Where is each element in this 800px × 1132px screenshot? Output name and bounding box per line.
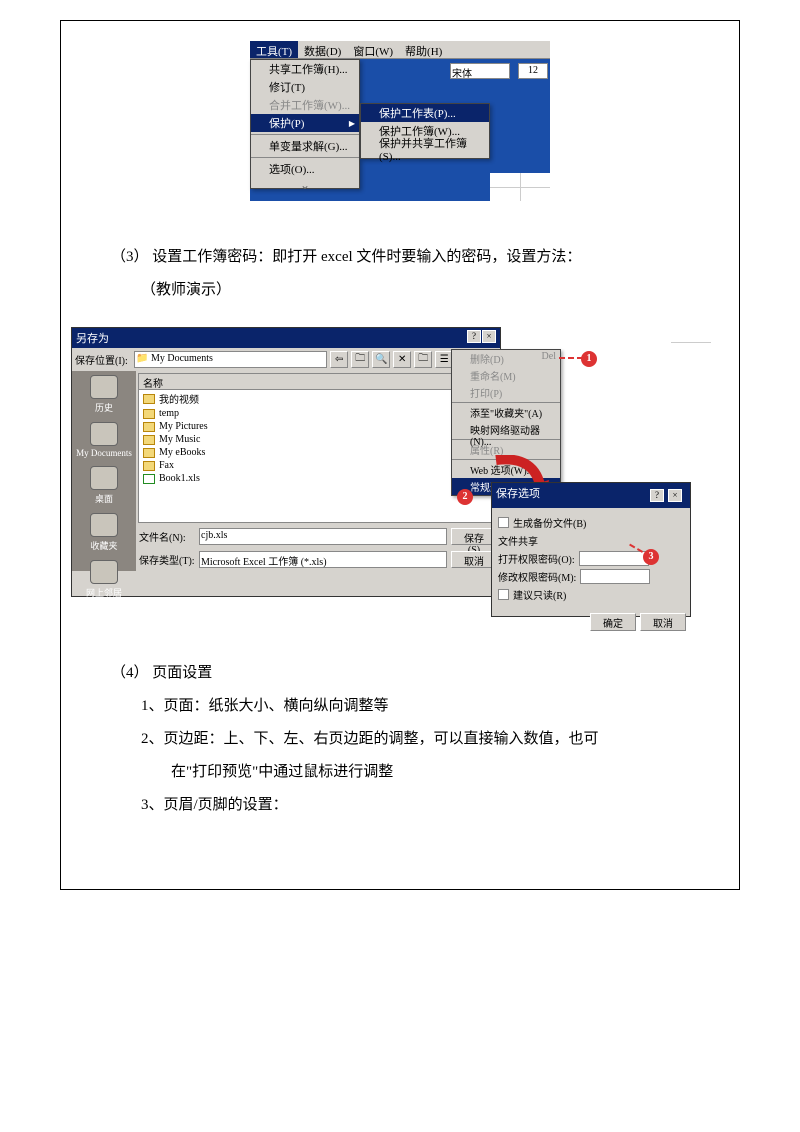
delete-icon[interactable]: ✕ xyxy=(393,351,411,368)
paragraph-3: （3） 设置工作簿密码：即打开 excel 文件时要输入的密码，设置方法： （教… xyxy=(81,241,719,307)
back-icon[interactable]: ⇦ xyxy=(330,351,348,368)
spreadsheet-grid xyxy=(490,173,550,201)
backup-checkbox[interactable] xyxy=(498,517,509,528)
options-item[interactable]: 选项(O)... xyxy=(251,160,359,178)
up-icon[interactable]: 🗀 xyxy=(351,351,369,368)
ctx-rename: 重命名(M) xyxy=(452,367,560,384)
font-combo[interactable]: 宋体 xyxy=(450,63,510,79)
location-combo[interactable]: 📁 My Documents xyxy=(134,351,327,368)
filename-label: 文件名(N): xyxy=(139,529,195,544)
list-item[interactable]: My Pictures xyxy=(139,420,497,433)
folder-icon xyxy=(143,409,155,419)
folder-icon xyxy=(143,448,155,458)
share-workbook-item[interactable]: 共享工作簿(H)... xyxy=(251,60,359,78)
saveas-password-screenshot: 另存为 ? × 保存位置(I): 📁 My Documents ⇦ 🗀 🔍 ✕ … xyxy=(71,327,691,627)
places-desktop[interactable]: 桌面 xyxy=(72,462,136,509)
merge-workbook-item: 合并工作簿(W)... xyxy=(251,96,359,114)
text-3-line1: （3） 设置工作簿密码：即打开 excel 文件时要输入的密码，设置方法： xyxy=(81,241,719,274)
text-4-item2b: 在"打印预览"中通过鼠标进行调整 xyxy=(81,756,719,789)
callout-badge-3: 3 xyxy=(643,549,659,565)
tools-dropdown: 共享工作簿(H)... 修订(T) 合并工作簿(W)... 保护(P) 单变量求… xyxy=(250,59,360,189)
paragraph-4: （4） 页面设置 1、页面：纸张大小、横向纵向调整等 2、页边距：上、下、左、右… xyxy=(81,657,719,822)
save-as-dialog: 另存为 ? × 保存位置(I): 📁 My Documents ⇦ 🗀 🔍 ✕ … xyxy=(71,327,501,597)
folder-icon xyxy=(90,422,118,446)
file-list[interactable]: 名称大小 我的视频 temp My Pictures My Music My e… xyxy=(138,373,498,523)
callout-badge-1: 1 xyxy=(581,351,597,367)
network-icon xyxy=(90,560,118,584)
menu-bar: 工具(T) 数据(D) 窗口(W) 帮助(H) xyxy=(250,41,550,59)
folder-icon xyxy=(143,435,155,445)
callout-badge-2: 2 xyxy=(457,489,473,505)
location-label: 保存位置(I): xyxy=(75,352,131,367)
text-4-item3: 3、页眉/页脚的设置： xyxy=(81,789,719,822)
filename-input[interactable]: cjb.xls xyxy=(199,528,447,545)
list-item[interactable]: 我的视频 xyxy=(139,390,497,407)
favorites-icon xyxy=(90,513,118,537)
spreadsheet-grid-bg xyxy=(671,327,711,357)
newfolder-icon[interactable]: 🗀 xyxy=(414,351,432,368)
location-row: 保存位置(I): 📁 My Documents ⇦ 🗀 🔍 ✕ 🗀 ☰ 工具(L… xyxy=(72,348,500,371)
folder-icon xyxy=(143,394,155,404)
close-button[interactable]: × xyxy=(482,330,496,343)
filetype-combo[interactable]: Microsoft Excel 工作簿 (*.xls) xyxy=(199,551,447,568)
places-history[interactable]: 历史 xyxy=(72,371,136,418)
col-name[interactable]: 名称 xyxy=(139,374,461,389)
protect-share-item[interactable]: 保护并共享工作簿(S)... xyxy=(361,140,489,158)
save-options-dialog: 保存选项 ? × 生成备份文件(B) 文件共享 打开权限密码(O): 修改权限密码… xyxy=(491,482,691,617)
folder-icon xyxy=(143,422,155,432)
readonly-checkbox[interactable] xyxy=(498,589,509,600)
text-4-item2: 2、页边距：上、下、左、右页边距的调整，可以直接输入数值，也可 xyxy=(81,723,719,756)
places-mydocuments[interactable]: My Documents xyxy=(72,418,136,462)
opt-title: 保存选项 xyxy=(496,485,540,506)
desktop-icon xyxy=(90,466,118,490)
protect-sheet-item[interactable]: 保护工作表(P)... xyxy=(361,104,489,122)
expand-icon[interactable]: ⌄ xyxy=(251,178,359,188)
titlebar: 另存为 ? × xyxy=(72,328,500,348)
text-3-line2: （教师演示） xyxy=(81,274,719,307)
list-item[interactable]: Fax xyxy=(139,459,497,472)
places-bar: 历史 My Documents 桌面 收藏夹 网上邻居 xyxy=(72,371,136,571)
search-icon[interactable]: 🔍 xyxy=(372,351,390,368)
data-menu[interactable]: 数据(D) xyxy=(298,41,347,58)
dialog-title: 另存为 xyxy=(76,330,109,346)
xls-icon xyxy=(143,474,155,484)
backup-label: 生成备份文件(B) xyxy=(513,515,586,530)
protect-item[interactable]: 保护(P) xyxy=(251,114,359,132)
close-button[interactable]: × xyxy=(668,489,682,502)
folder-icon xyxy=(143,461,155,471)
modpw-input[interactable] xyxy=(580,569,650,584)
places-favorites[interactable]: 收藏夹 xyxy=(72,509,136,556)
ctx-mapnet[interactable]: 映射网络驱动器(N)... xyxy=(452,421,560,438)
help-menu[interactable]: 帮助(H) xyxy=(399,41,448,58)
ok-button[interactable]: 确定 xyxy=(590,613,636,631)
ctx-print: 打印(P) xyxy=(452,384,560,401)
list-item[interactable]: temp xyxy=(139,407,497,420)
text-4-heading: （4） 页面设置 xyxy=(81,657,719,690)
fileshare-group-label: 文件共享 xyxy=(498,533,684,548)
text-4-item1: 1、页面：纸张大小、横向纵向调整等 xyxy=(81,690,719,723)
filetype-label: 保存类型(T): xyxy=(139,552,195,567)
callout-dash-1 xyxy=(559,357,583,367)
list-item[interactable]: My eBooks xyxy=(139,446,497,459)
tools-menu[interactable]: 工具(T) xyxy=(250,41,298,58)
cancel-button[interactable]: 取消 xyxy=(640,613,686,631)
solver-item[interactable]: 单变量求解(G)... xyxy=(251,137,359,155)
excel-protect-menu-screenshot: 工具(T) 数据(D) 窗口(W) 帮助(H) 宋体 12 共享工作簿(H)..… xyxy=(250,41,550,201)
fontsize-combo[interactable]: 12 xyxy=(518,63,548,79)
modpw-label: 修改权限密码(M): xyxy=(498,569,576,584)
ctx-delete: 删除(D)Del xyxy=(452,350,560,367)
readonly-label: 建议只读(R) xyxy=(513,587,566,602)
list-item[interactable]: My Music xyxy=(139,433,497,446)
protect-submenu: 保护工作表(P)... 保护工作簿(W)... 保护并共享工作簿(S)... xyxy=(360,103,490,159)
help-button[interactable]: ? xyxy=(467,330,481,343)
window-menu[interactable]: 窗口(W) xyxy=(347,41,399,58)
revise-item[interactable]: 修订(T) xyxy=(251,78,359,96)
help-button[interactable]: ? xyxy=(650,489,664,502)
openpw-label: 打开权限密码(O): xyxy=(498,551,575,566)
ctx-addfav[interactable]: 添至"收藏夹"(A) xyxy=(452,404,560,421)
places-network[interactable]: 网上邻居 xyxy=(72,556,136,603)
list-item[interactable]: Book1.xls38 K xyxy=(139,472,497,485)
history-icon xyxy=(90,375,118,399)
